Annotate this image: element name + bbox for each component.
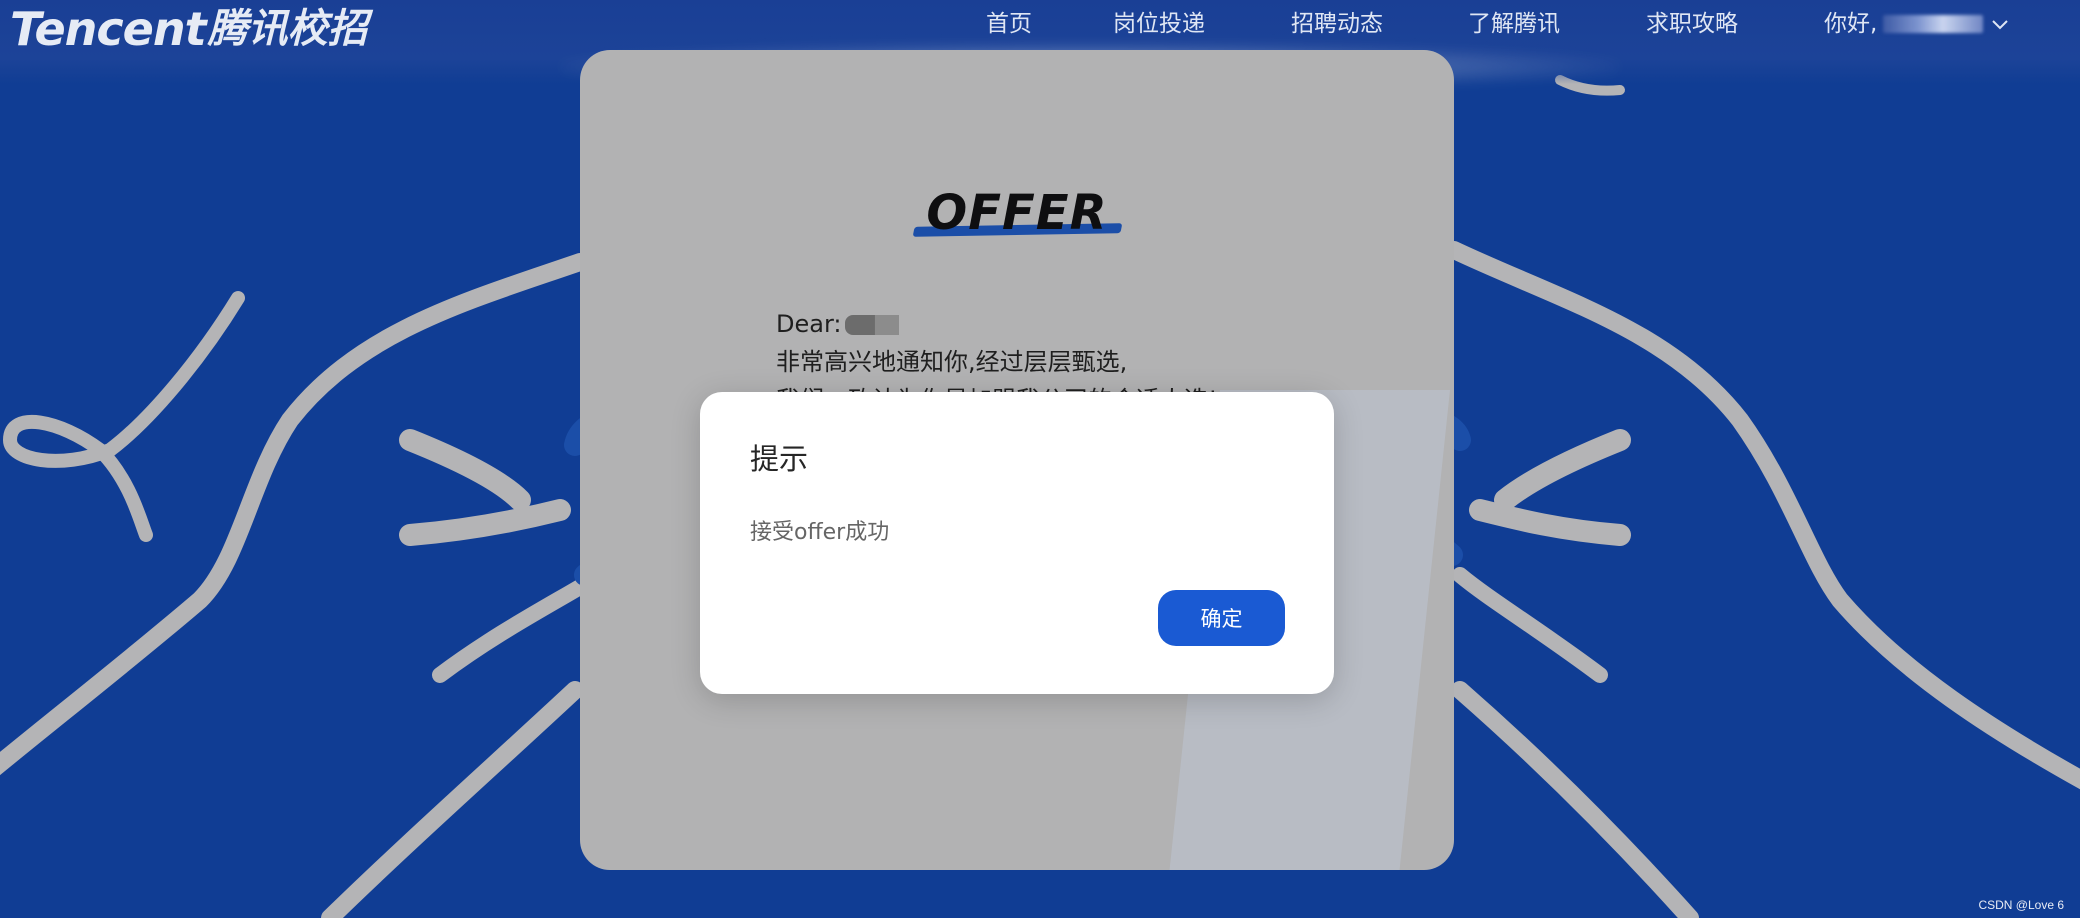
redacted-recipient-name [845,315,900,335]
logo-text-en: Tencent [10,2,207,56]
logo-text-cn: 腾讯校招 [207,6,368,52]
notice-dialog: 提示 接受offer成功 确定 [700,392,1334,694]
letter-salutation: Dear: [776,305,1218,343]
dialog-title: 提示 [750,442,809,476]
dialog-message: 接受offer成功 [750,520,890,545]
offer-title: OFFER [580,185,1454,241]
confirm-button[interactable]: 确定 [1158,590,1285,646]
letter-line-1: 非常高兴地通知你,经过层层甄选, [776,348,1128,376]
nav-item-job-application[interactable]: 岗位投递 [1113,6,1205,42]
nav-item-home[interactable]: 首页 [986,6,1032,42]
user-greeting: 你好, [1824,11,1878,37]
nav-item-recruitment-news[interactable]: 招聘动态 [1291,6,1383,42]
nav-item-about-tencent[interactable]: 了解腾讯 [1468,6,1560,42]
csdn-watermark: CSDN @Love 6 [1978,898,2064,912]
offer-heading: OFFER [926,185,1108,241]
nav-item-job-guide[interactable]: 求职攻略 [1646,6,1738,42]
redacted-username [1883,15,1984,33]
salutation-text: Dear: [776,310,842,338]
offer-letter: Dear: 非常高兴地通知你,经过层层甄选, 我们一致认为你是加盟我公司的合适人… [776,305,1218,399]
user-menu[interactable]: 你好, [1824,6,2011,42]
chevron-down-icon [1992,20,2009,30]
tencent-logo[interactable]: Tencent 腾讯校招 [10,2,368,56]
